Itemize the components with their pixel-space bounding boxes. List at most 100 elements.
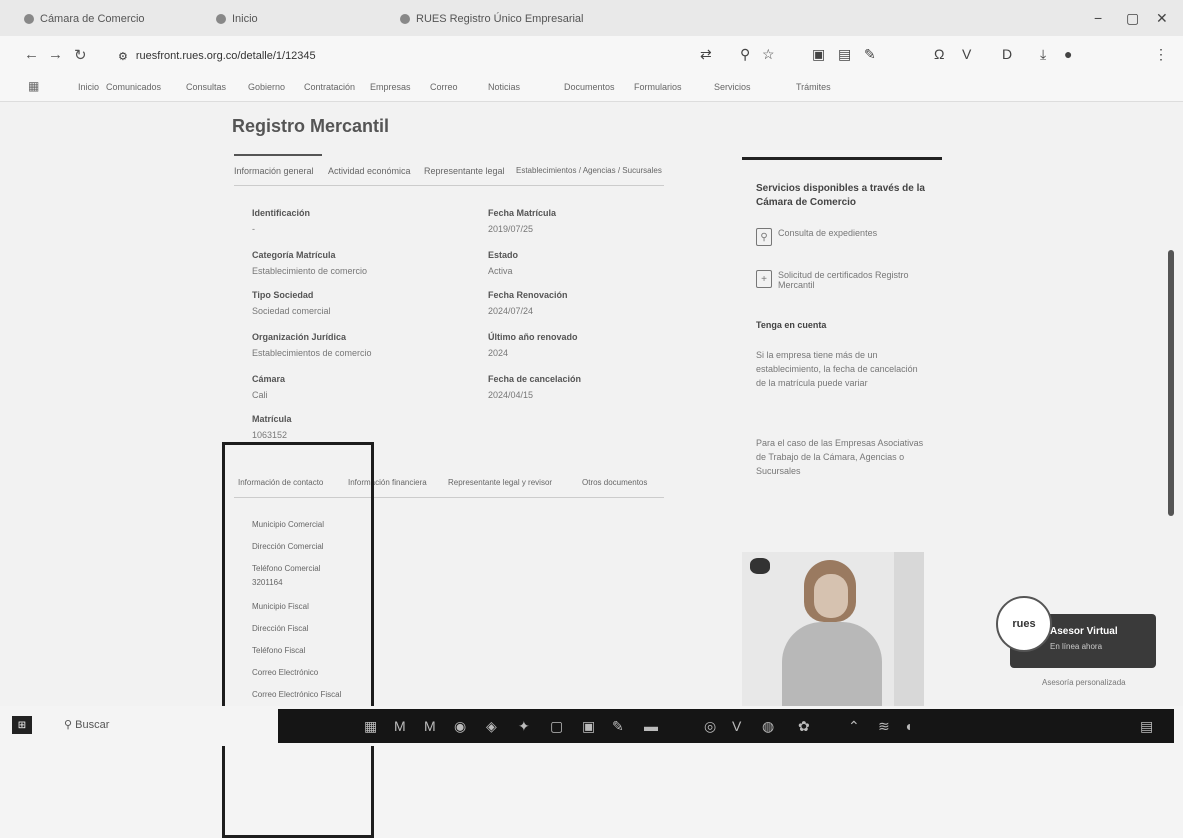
url-text: ruesfront.rues.org.co/detalle/1/12345 (135, 50, 316, 62)
bookmarks-bar: ▦ Inicio Comunicados Consultas Gobierno … (0, 76, 1183, 102)
sidepanel-icon[interactable]: D (1002, 46, 1012, 62)
assistant-title: Asesor Virtual (1050, 626, 1118, 637)
tab-label: Cámara de Comercio (40, 13, 145, 25)
page-title: Registro Mercantil (232, 116, 390, 136)
field-label: Fecha Matrícula (488, 208, 557, 218)
apps-icon[interactable]: ▦ (28, 79, 39, 93)
profile-icon[interactable]: ● (1064, 46, 1072, 62)
extension-icon[interactable]: V (962, 46, 971, 62)
bookmark-item[interactable]: Servicios (714, 82, 751, 92)
close-button[interactable]: ✕ (1156, 10, 1168, 27)
rues-badge[interactable]: rues (996, 596, 1052, 652)
scrollbar[interactable] (1168, 250, 1174, 516)
back-icon[interactable]: ← (24, 46, 39, 63)
reload-icon[interactable]: ↻ (74, 46, 87, 64)
site-info-icon[interactable]: ⚙ (118, 50, 128, 63)
active-tab-indicator (234, 154, 322, 156)
bookmark-item[interactable]: Inicio (78, 82, 99, 92)
bookmark-item[interactable]: Documentos (564, 82, 615, 92)
tab-establishments[interactable]: Establecimientos / Agencias / Sucursales (516, 166, 662, 175)
field-label: Identificación (252, 208, 311, 218)
tab-other-documents[interactable]: Otros documentos (582, 478, 647, 487)
app-icon[interactable]: ▣ (582, 718, 595, 735)
extension-icon[interactable]: ▣ (812, 46, 825, 63)
bookmark-item[interactable]: Contratación (304, 82, 355, 92)
notification-icon[interactable]: ▤ (1140, 718, 1153, 735)
browser-tab-rues[interactable]: RUES Registro Único Empresarial (400, 8, 584, 30)
field-label: Organización Jurídica (252, 332, 347, 342)
bookmark-item[interactable]: Correo (430, 82, 458, 92)
bookmark-item[interactable]: Noticias (488, 82, 520, 92)
sidebar-note: Si la empresa tiene más de un establecim… (756, 350, 918, 388)
app-icon[interactable]: ◍ (762, 718, 774, 735)
extension-icon[interactable]: Ω (934, 46, 944, 62)
sidebar-service-consulta[interactable]: ⚲ Consulta de expedientes (756, 228, 936, 246)
tab-legal-rep-revisor[interactable]: Representante legal y revisor (448, 478, 552, 487)
pen-icon[interactable]: ✎ (864, 46, 876, 63)
bookmark-item[interactable]: Empresas (370, 82, 411, 92)
url-field[interactable]: ⚙ ruesfront.rues.org.co/detalle/1/12345 (118, 44, 698, 68)
sidebar-service-certificados[interactable]: + Solicitud de certificados Registro Mer… (756, 270, 936, 290)
sidebar-subtitle: Tenga en cuenta (756, 320, 827, 330)
field-label: Matrícula (252, 414, 292, 424)
app-icon[interactable]: M (394, 718, 406, 734)
app-icon[interactable]: ◈ (486, 718, 497, 735)
tray-icon[interactable]: ⌃ (848, 718, 860, 735)
sidebar-item-label: Consulta de expedientes (778, 228, 878, 238)
translate-icon[interactable]: ⇄ (700, 46, 712, 63)
bookmark-item[interactable]: Gobierno (248, 82, 285, 92)
maximize-button[interactable]: ▢ (1126, 10, 1139, 27)
taskbar: ⊞ ⚲ Buscar ▦ M M ◉ ◈ ✦ ▢ ▣ ✎ ▬ ◎ V ◍ ✿ ⌃… (0, 706, 1183, 746)
app-icon[interactable]: ◎ (704, 718, 716, 735)
favicon-icon (216, 14, 226, 24)
app-icon[interactable]: ▢ (550, 718, 563, 735)
field-label: Categoría Matrícula (252, 250, 336, 260)
volume-icon[interactable]: ◖ (904, 718, 912, 734)
field-value: 2024 (488, 348, 509, 358)
app-icon[interactable]: ✿ (798, 718, 810, 735)
field-value: Establecimientos de comercio (252, 348, 372, 358)
advisor-photo (742, 552, 924, 706)
field-label: Último año renovado (488, 332, 578, 342)
bookmark-item[interactable]: Comunicados (106, 82, 161, 92)
download-doc-icon: + (756, 270, 772, 288)
app-icon[interactable]: M (424, 718, 436, 734)
app-icon[interactable]: V (732, 718, 741, 734)
browser-tab-inicio[interactable]: Inicio (216, 8, 258, 30)
bookmark-item[interactable]: Consultas (186, 82, 226, 92)
brand-logo-icon (750, 558, 770, 574)
menu-icon[interactable]: ⋮ (1154, 46, 1168, 63)
app-icon[interactable]: ✎ (612, 718, 624, 735)
calendar-icon[interactable]: ▦ (364, 718, 377, 735)
wifi-icon[interactable]: ≋ (878, 718, 890, 735)
search-doc-icon: ⚲ (756, 228, 772, 246)
search-label: Buscar (75, 719, 110, 731)
sidebar-item-label: Solicitud de certificados Registro Merca… (778, 270, 909, 290)
browser-tab-camara[interactable]: Cámara de Comercio (24, 8, 145, 30)
zoom-icon[interactable]: ⚲ (740, 46, 750, 63)
tab-label: Inicio (232, 13, 258, 25)
bookmark-item[interactable]: Formularios (634, 82, 682, 92)
star-icon[interactable]: ☆ (762, 46, 775, 63)
field-label: Fecha de cancelación (488, 374, 582, 384)
minimize-button[interactable]: − (1094, 10, 1102, 26)
field-value: Cali (252, 390, 268, 400)
extension-icon[interactable]: ▤ (838, 46, 851, 63)
tab-general[interactable]: Información general (234, 166, 314, 176)
start-button[interactable]: ⊞ (12, 716, 32, 734)
taskbar-search[interactable]: ⚲ Buscar (64, 718, 109, 731)
app-icon[interactable]: ◉ (454, 718, 466, 735)
forward-icon[interactable]: → (48, 46, 63, 63)
address-bar: ← → ↻ ⚙ ruesfront.rues.org.co/detalle/1/… (0, 36, 1183, 76)
bookmark-item[interactable]: Trámites (796, 82, 831, 92)
tab-legal-rep[interactable]: Representante legal (424, 166, 505, 176)
download-icon[interactable]: ⤓ (1040, 46, 1046, 63)
field-value: 2024/04/15 (488, 390, 534, 400)
tab-activity[interactable]: Actividad económica (328, 166, 411, 176)
field-label: Fecha Renovación (488, 290, 568, 300)
sidebar-note: Para el caso de las Empresas Asociativas… (756, 438, 924, 476)
sidebar-title: Servicios disponibles a través de la Cám… (756, 183, 925, 208)
app-icon[interactable]: ✦ (518, 718, 530, 735)
field-value: Establecimiento de comercio (252, 266, 368, 276)
app-icon[interactable]: ▬ (644, 718, 658, 734)
